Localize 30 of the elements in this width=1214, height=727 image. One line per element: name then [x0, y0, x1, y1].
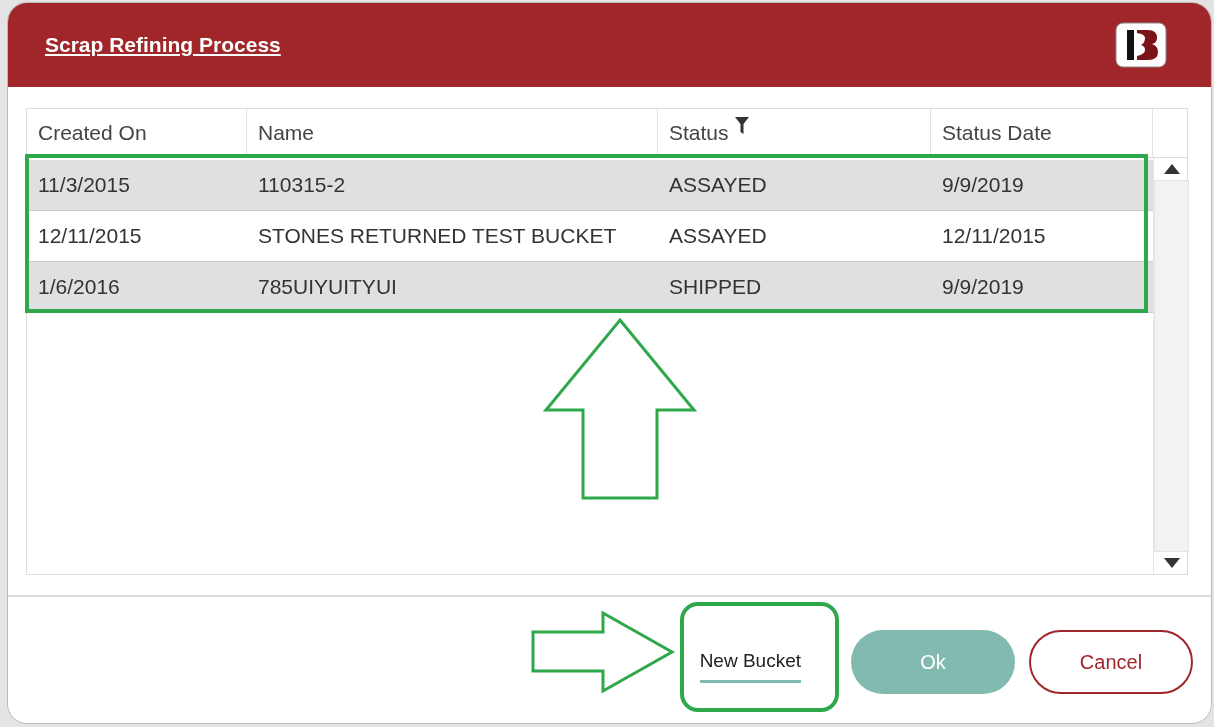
column-header[interactable]: Created On [27, 109, 247, 157]
table-cell-text: 11/3/2015 [37, 172, 131, 198]
new-bucket-link[interactable]: New Bucket [699, 641, 801, 683]
table-cell-text: 1/6/2016 [37, 274, 121, 300]
table-cell-text: 12/11/2015 [37, 223, 143, 249]
table-cell-text: ASSAYED [668, 223, 768, 249]
column-header[interactable]: Name [247, 109, 658, 157]
table-row[interactable]: 11/3/2015 110315-2 ASSAYED 9/9/2019 [27, 160, 1153, 211]
column-title: Status [669, 121, 729, 145]
column-title: Name [258, 121, 315, 145]
table-cell-text: STONES RETURNED TEST BUCKET [257, 223, 618, 249]
column-header[interactable]: Status Date [931, 109, 1153, 157]
scroll-up-icon[interactable] [1163, 164, 1180, 174]
column-header[interactable]: Status [658, 109, 931, 157]
scroll-down-icon[interactable] [1163, 558, 1180, 568]
column-title: Status Date [942, 121, 1052, 145]
filter-icon[interactable] [734, 117, 749, 135]
table-cell-text: 785UIYUITYUI [257, 274, 398, 300]
cancel-button[interactable]: Cancel [1029, 630, 1193, 694]
column-title: Created On [38, 121, 147, 145]
logo-icon [1115, 22, 1167, 68]
table-cell-text: 12/11/2015 [941, 223, 1047, 249]
table-cell-text: 9/9/2019 [941, 274, 1025, 300]
table-cell-text: ASSAYED [668, 172, 768, 198]
scrollbar-track[interactable] [1154, 180, 1189, 552]
table-cell-text: 9/9/2019 [941, 172, 1025, 198]
table-cell-text: 110315-2 [257, 172, 347, 198]
dialog-title: Scrap Refining Process [45, 33, 281, 57]
table-row[interactable]: 1/6/2016 785UIYUITYUI SHIPPED 9/9/2019 [27, 262, 1153, 313]
table-cell-text: SHIPPED [668, 274, 763, 300]
